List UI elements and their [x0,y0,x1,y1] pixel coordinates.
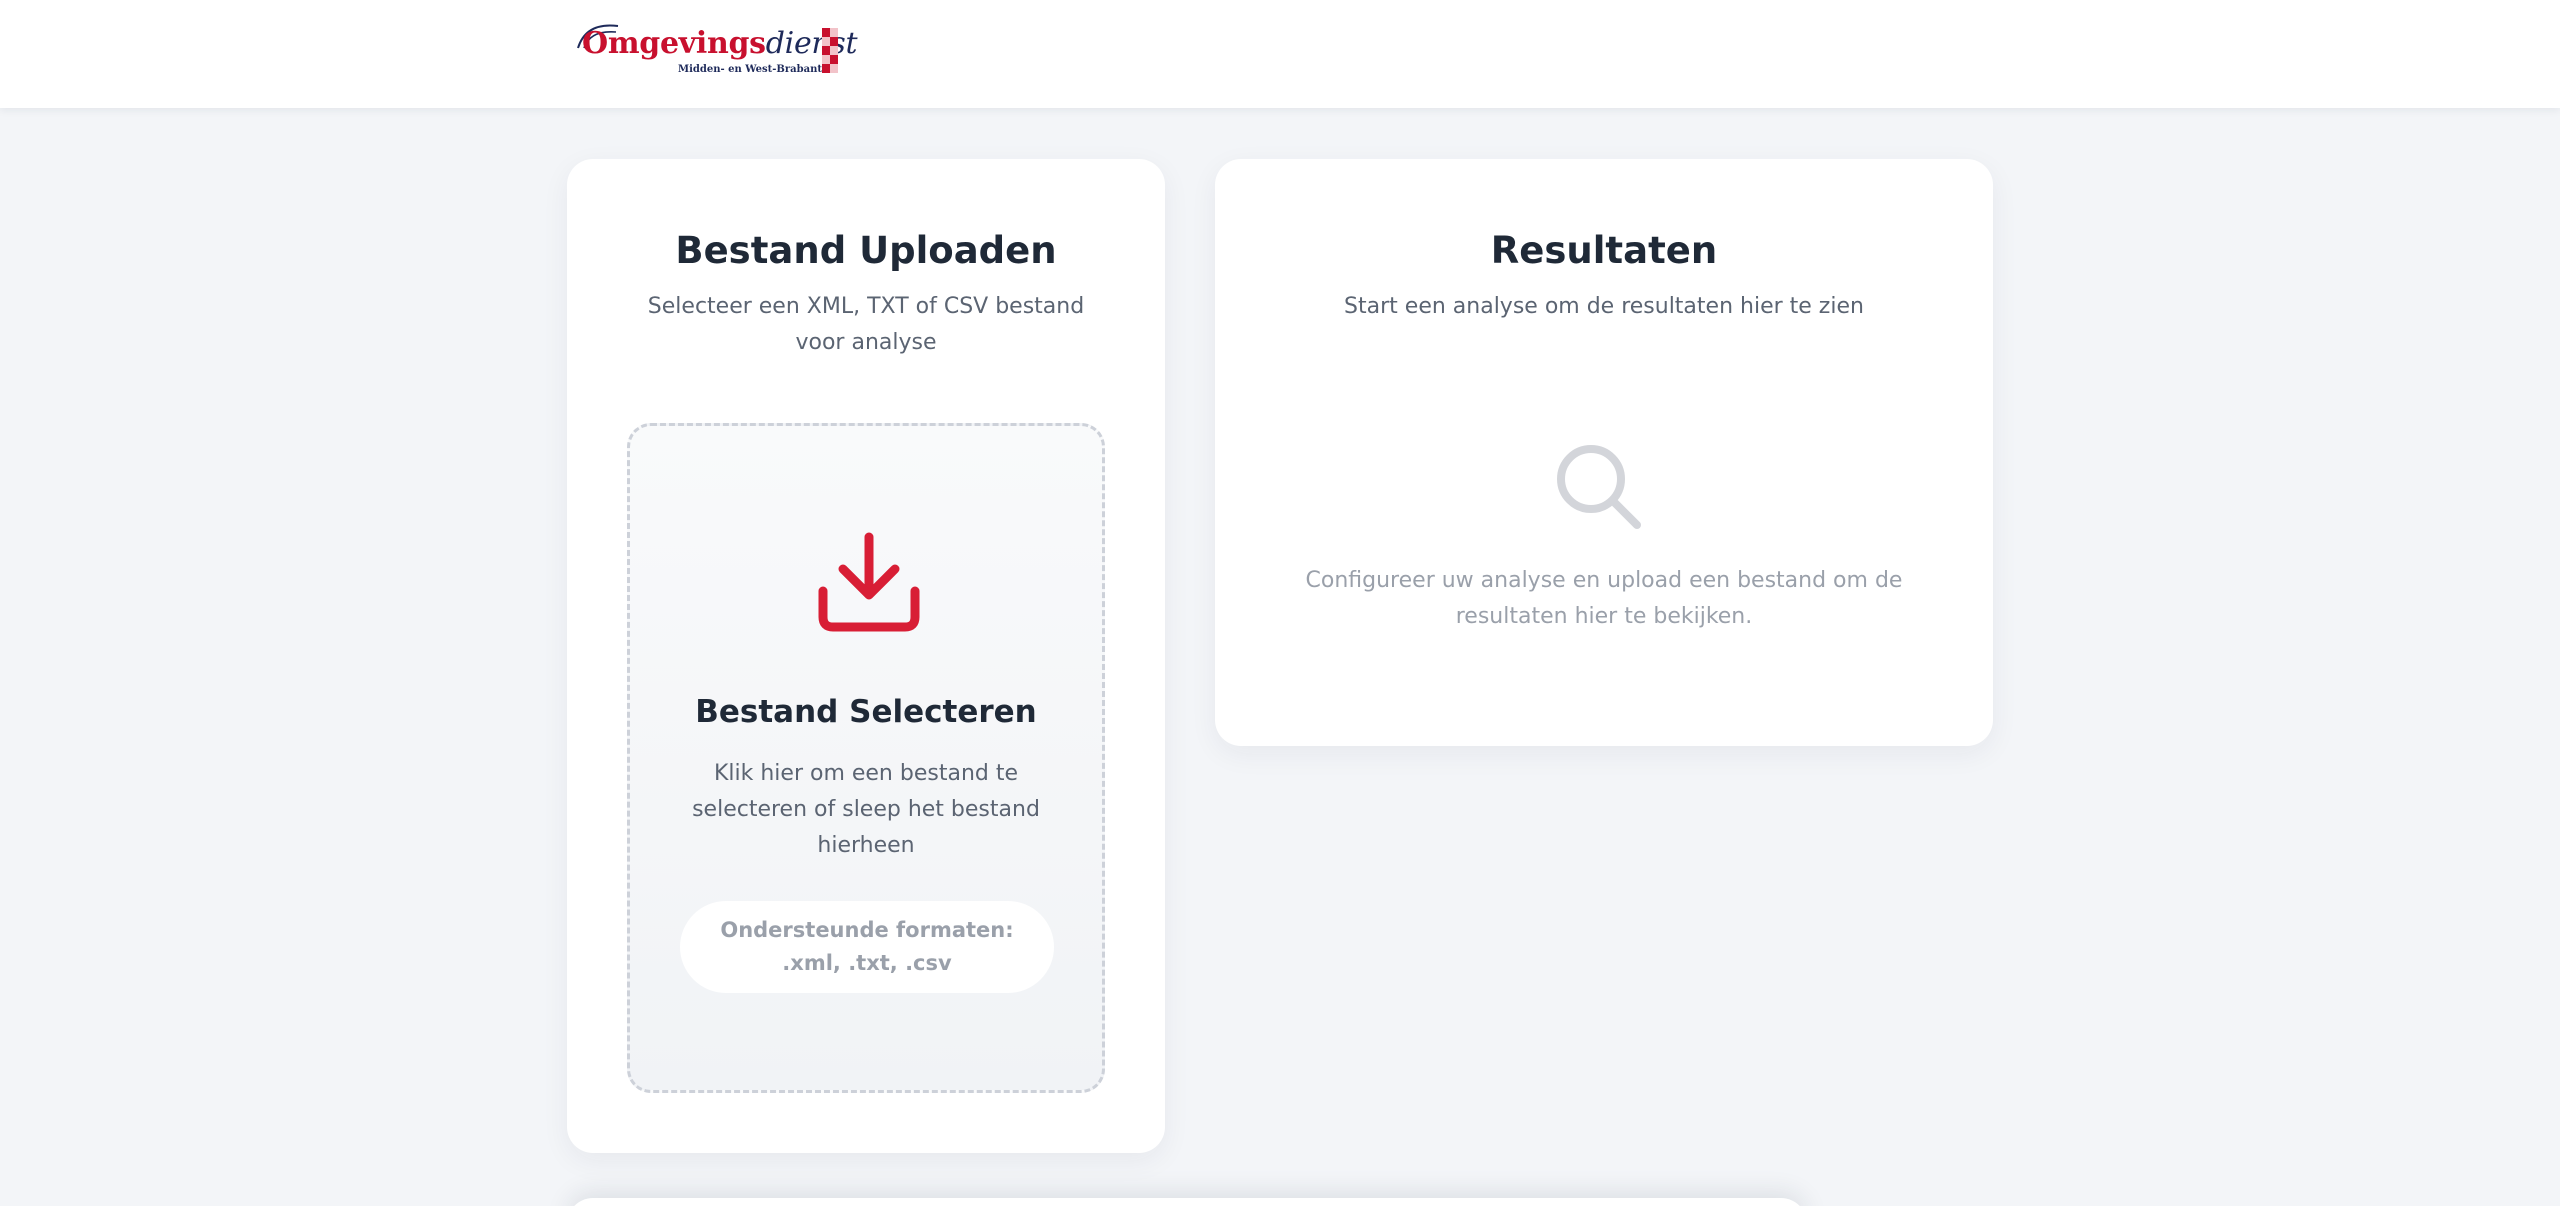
supported-formats-badge: Ondersteunde formaten: .xml, .txt, .csv [680,901,1054,993]
logo-wordmark-part1: Omgevings [582,26,766,61]
upload-icon [818,532,920,632]
upload-subtitle: Selecteer een XML, TXT of CSV bestand vo… [647,294,1085,355]
dropzone-title: Bestand Selecteren [695,694,1037,730]
next-section-card [567,1198,1807,1206]
top-bar: Omgevingsdienst Midden- en West-Brabant [0,0,2560,108]
search-icon [1557,445,1641,529]
logo-wordmark-part2: dienst [765,26,858,61]
upload-title: Bestand Uploaden [675,229,1057,272]
logo-region: Midden- en West-Brabant [678,64,822,75]
results-subtitle: Start een analyse om de resultaten hier … [1344,294,1864,319]
dropzone-instructions: Klik hier om een bestand te selecteren o… [692,761,1040,858]
logo-wordmark: Omgevingsdienst [582,26,858,61]
checker-flag-icon [822,28,838,73]
file-dropzone[interactable]: Bestand Selecteren Klik hier om een best… [627,423,1105,1093]
results-empty-state-text: Configureer uw analyse en upload een bes… [1305,568,1903,629]
upload-card: Bestand Uploaden Selecteer een XML, TXT … [567,159,1165,1153]
omgevingsdienst-logo[interactable]: Omgevingsdienst Midden- en West-Brabant [572,18,858,80]
results-card: Resultaten Start een analyse om de resul… [1215,159,1993,746]
results-title: Resultaten [1490,229,1718,272]
